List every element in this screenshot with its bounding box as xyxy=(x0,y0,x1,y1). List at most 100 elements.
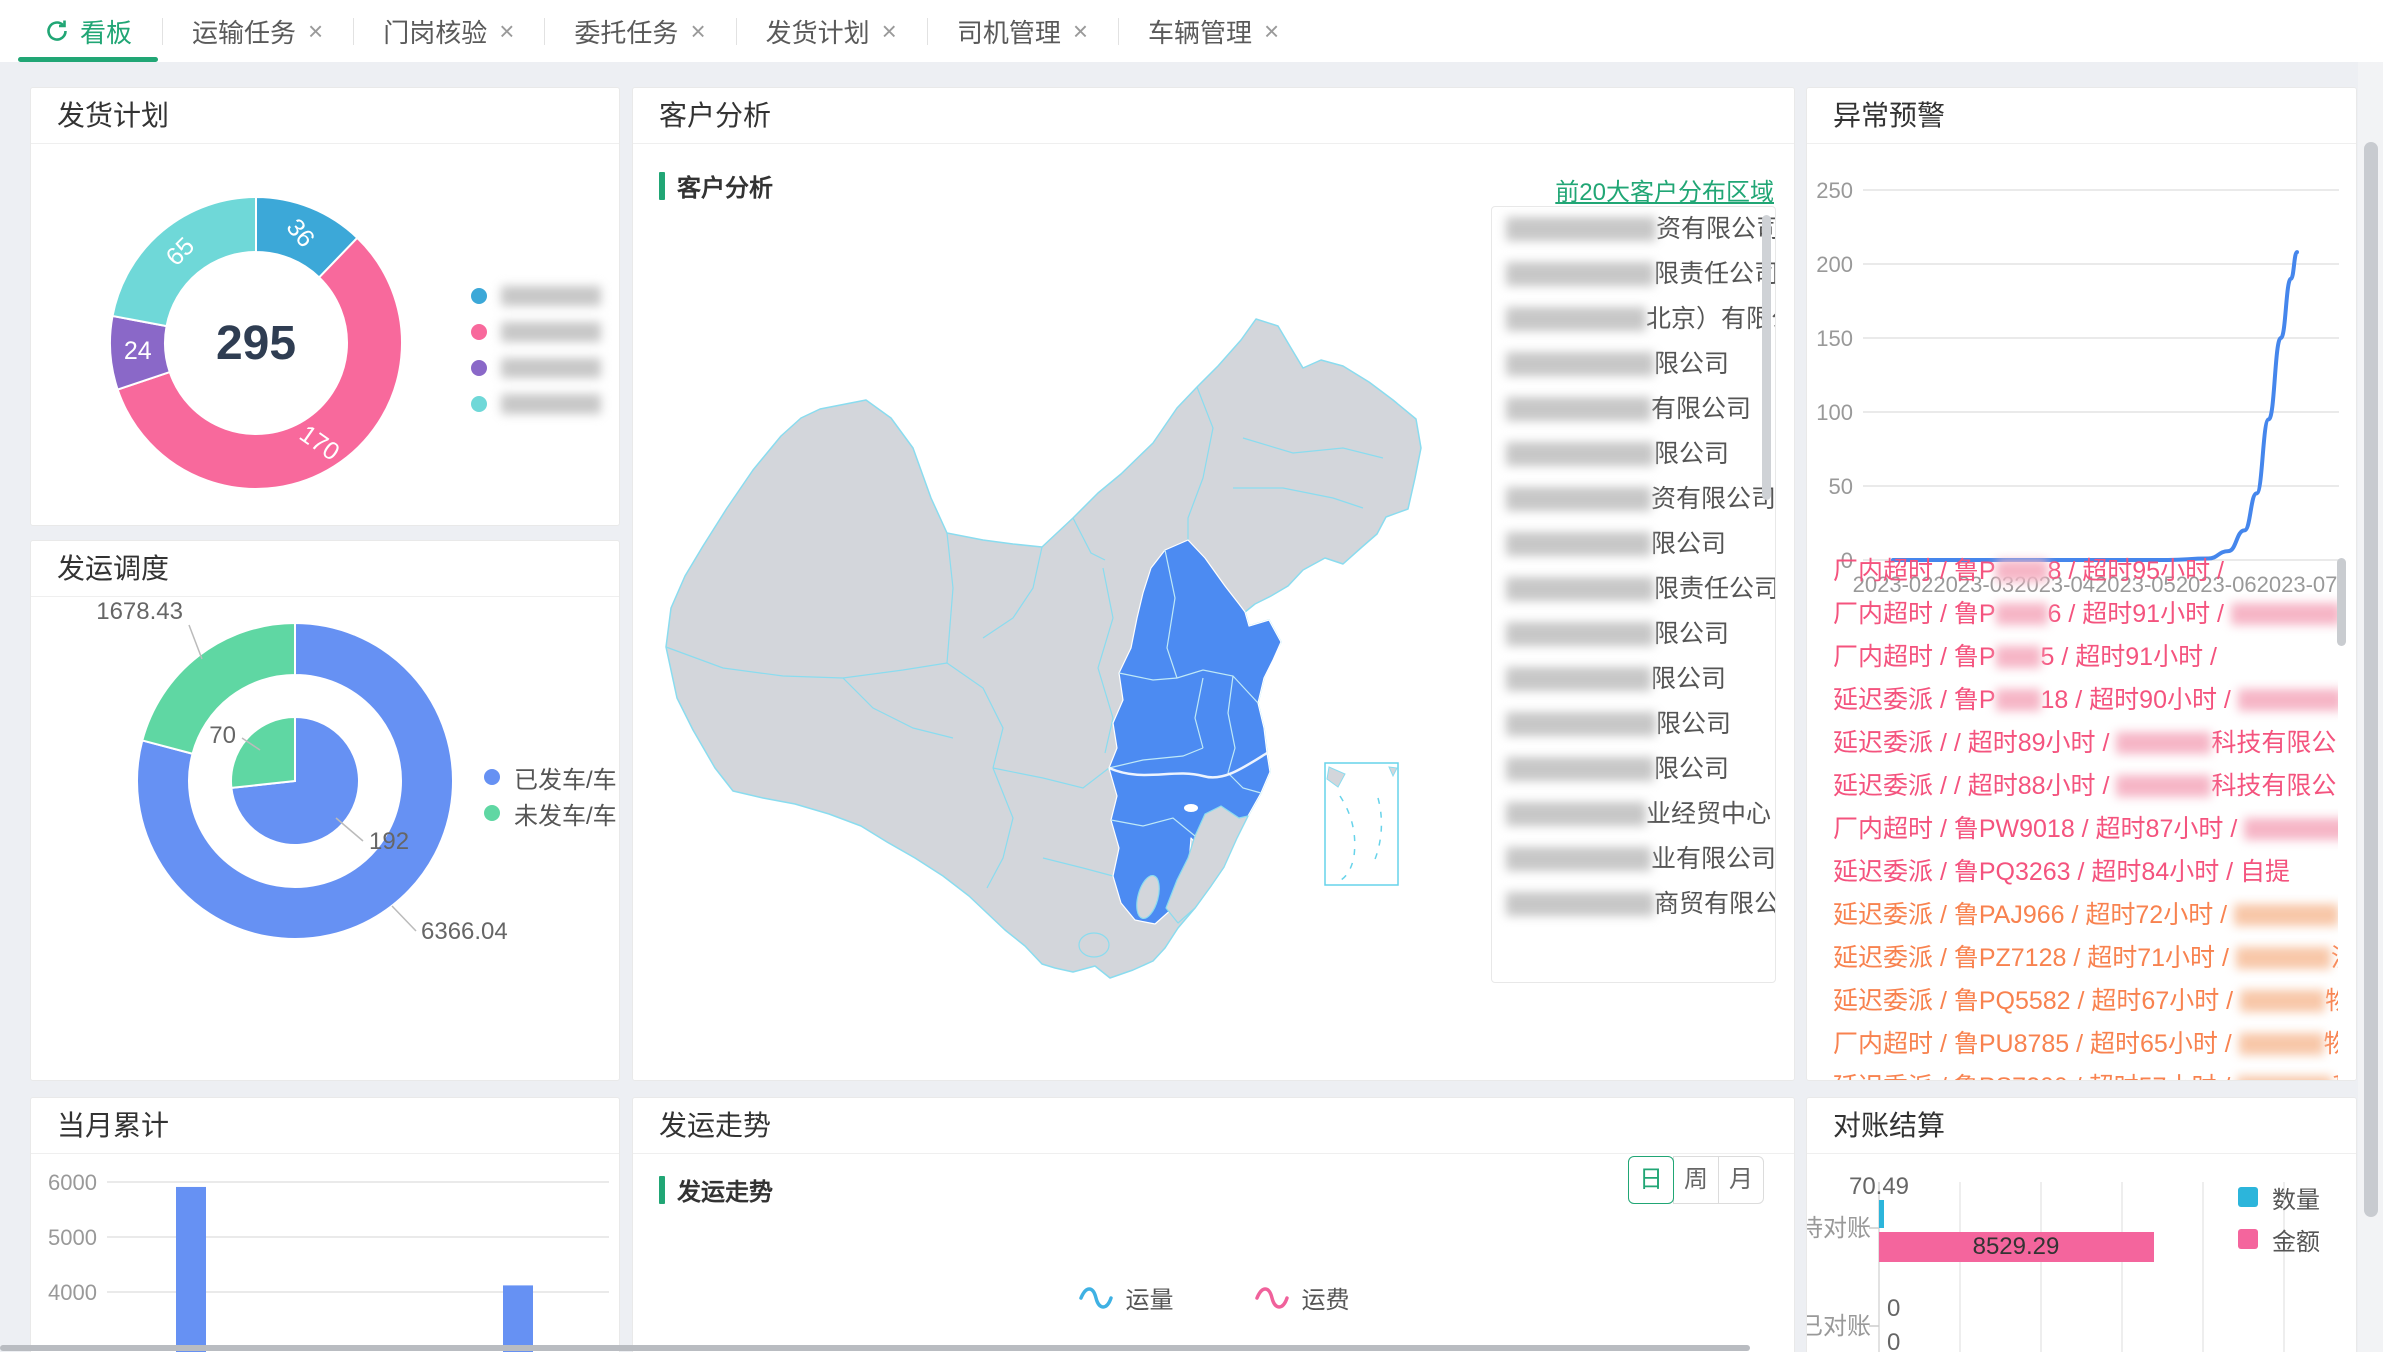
company-name-suffix: 限公司 xyxy=(1654,620,1729,648)
alert-item[interactable]: 延迟委派 / 鲁PZ7128 / 超时71小时 / 流有限公司 xyxy=(1833,937,2338,980)
alert-text: 延迟委派 / / 超时88小时 / xyxy=(1833,772,2116,800)
customer-item[interactable]: 限公司 xyxy=(1492,612,1775,657)
customer-item[interactable]: 有限公司 xyxy=(1492,387,1775,432)
legend-item[interactable] xyxy=(471,386,601,422)
alert-item[interactable]: 延迟委派 / 鲁PAJ966 / 超时72小时 / 科技有限公司 xyxy=(1833,894,2338,937)
horizontal-scrollbar-thumb[interactable] xyxy=(0,1345,1750,1351)
refresh-icon[interactable] xyxy=(44,18,70,44)
customer-item[interactable]: 限公司 xyxy=(1492,657,1775,702)
alert-item[interactable]: 厂内超时 / 鲁P5 / 超时91小时 / xyxy=(1833,636,2338,679)
company-name-redacted xyxy=(1506,532,1651,556)
tab-委托任务[interactable]: 委托任务× xyxy=(544,0,735,62)
alert-item[interactable]: 厂内超时 / 鲁PW9018 / 超时87小时 / 物流有限... xyxy=(1833,808,2338,851)
customer-item[interactable]: 限责任公司-... xyxy=(1492,567,1775,612)
customer-item[interactable]: 限公司 xyxy=(1492,747,1775,792)
alert-item[interactable]: 延迟委派 / 鲁P18 / 超时90小时 / 物流有限... xyxy=(1833,679,2338,722)
ring-value-label: 192 xyxy=(369,828,409,855)
alert-item[interactable]: 厂内超时 / 鲁P6 / 超时91小时 / 科技有限公司 xyxy=(1833,593,2338,636)
customer-item[interactable]: 限公司 xyxy=(1492,522,1775,567)
ring-value-label: 6366.04 xyxy=(421,918,508,945)
customer-item[interactable]: 商贸有限公司 xyxy=(1492,882,1775,927)
alert-item[interactable]: 延迟委派 / 鲁PQ5582 / 超时67小时 / 物流运输有限... xyxy=(1833,980,2338,1023)
customer-list-scrollbar[interactable] xyxy=(1762,215,1771,500)
panel-shipping-plan: 发货计划 361702465295 xyxy=(30,87,620,526)
tab-close-icon[interactable]: × xyxy=(308,16,323,47)
range-button-日[interactable]: 日 xyxy=(1628,1156,1674,1204)
tab-close-icon[interactable]: × xyxy=(882,16,897,47)
tab-label: 门岗核验 xyxy=(383,13,487,50)
y-tick-label: 200 xyxy=(1816,252,1853,277)
range-button-周[interactable]: 周 xyxy=(1673,1156,1719,1204)
qty-bar xyxy=(1879,1200,1884,1228)
china-map[interactable] xyxy=(643,208,1483,1068)
alert-item[interactable]: 延迟委派 / / 超时88小时 / 科技有限公司 xyxy=(1833,765,2338,808)
company-name-redacted xyxy=(1506,802,1646,826)
y-tick-label: 4000 xyxy=(48,1280,97,1305)
customer-item[interactable]: 资有限公司 xyxy=(1492,477,1775,522)
tab-close-icon[interactable]: × xyxy=(499,16,514,47)
panel-title: 异常预警 xyxy=(1807,88,2356,144)
company-name-suffix: 限公司 xyxy=(1654,440,1729,468)
alert-item[interactable]: 厂内超时 / 鲁P8 / 超时95小时 / xyxy=(1833,550,2338,593)
customer-item[interactable]: 业经贸中心 xyxy=(1492,792,1775,837)
panel-title: 客户分析 xyxy=(633,88,1794,144)
trend-legend-item[interactable]: 运费 xyxy=(1254,1280,1350,1315)
panel-title: 当月累计 xyxy=(31,1098,619,1154)
alert-item[interactable]: 延迟委派 / 鲁PS7200 / 超时57小时 / 科技有限公司 xyxy=(1833,1066,2338,1080)
tab-门岗核验[interactable]: 门岗核验 × xyxy=(353,0,544,62)
settlement-legend-item[interactable]: 金额 xyxy=(2238,1218,2320,1260)
lake xyxy=(1184,804,1198,812)
customer-item[interactable]: 业有限公司 xyxy=(1492,837,1775,882)
legend-item[interactable] xyxy=(471,350,601,386)
customer-item[interactable]: 限公司 xyxy=(1492,432,1775,477)
legend-item[interactable] xyxy=(471,314,601,350)
alert-text: 科技有限公司 xyxy=(2332,1073,2338,1080)
alert-list[interactable]: 厂内超时 / 鲁P8 / 超时95小时 /厂内超时 / 鲁P6 / 超时91小时… xyxy=(1833,550,2338,1080)
tab-发货计划[interactable]: 发货计划× xyxy=(736,0,927,62)
top-customers-list[interactable]: 资有限公司-...限责任公司北京）有限公司限公司有限公司限公司资有限公司限公司限… xyxy=(1491,206,1776,983)
customer-item[interactable]: 资有限公司-... xyxy=(1492,207,1775,252)
alert-item[interactable]: 延迟委派 / 鲁PQ3263 / 超时84小时 / 自提 xyxy=(1833,851,2338,894)
alert-text-redacted xyxy=(2238,689,2338,711)
slice-value-label: 24 xyxy=(124,337,152,365)
customer-item[interactable]: 限公司 xyxy=(1492,342,1775,387)
customer-item[interactable]: 北京）有限公司 xyxy=(1492,297,1775,342)
tab-车辆管理[interactable]: 车辆管理× xyxy=(1118,0,1309,62)
legend-item[interactable] xyxy=(471,278,601,314)
panel-title: 发货计划 xyxy=(31,88,619,144)
tab-司机管理[interactable]: 司机管理× xyxy=(927,0,1118,62)
alert-text: 流有限公司 xyxy=(2331,944,2338,972)
vertical-scrollbar-track[interactable] xyxy=(2358,62,2383,1352)
panel-title: 对账结算 xyxy=(1807,1098,2356,1154)
vertical-scrollbar-thumb[interactable] xyxy=(2364,142,2378,1217)
company-name-redacted xyxy=(1506,262,1654,286)
panel-customer: 客户分析 客户分析 前20大客户分布区域 xyxy=(632,87,1795,1081)
tab-close-icon[interactable]: × xyxy=(690,16,705,47)
alert-text-redacted xyxy=(1996,689,2041,711)
trend-legend-item[interactable]: 运量 xyxy=(1078,1280,1174,1315)
legend-label: 已发车/车 xyxy=(514,760,617,795)
alert-list-scrollbar[interactable] xyxy=(2337,558,2346,646)
panel-trend: 发运走势 发运走势 日周月 运量运费 xyxy=(632,1097,1795,1352)
customer-item[interactable]: 限公司 xyxy=(1492,702,1775,747)
customer-item[interactable]: 限责任公司 xyxy=(1492,252,1775,297)
tab-close-icon[interactable]: × xyxy=(1073,16,1088,47)
company-name-redacted xyxy=(1506,622,1654,646)
legend-label: 数量 xyxy=(2272,1180,2320,1215)
alert-text: 延迟委派 / 鲁P xyxy=(1833,686,1996,714)
legend-item[interactable]: 未发车/车 xyxy=(484,795,617,831)
top20-customers-link[interactable]: 前20大客户分布区域 xyxy=(1555,172,1774,207)
panel-dispatch: 发运调度 1678.43701926366.04 已发车/车未发车/车 xyxy=(30,540,620,1081)
company-name-redacted xyxy=(1506,397,1651,421)
y-tick-label: 100 xyxy=(1816,400,1853,425)
company-name-suffix: 业经贸中心 xyxy=(1646,800,1771,828)
range-button-月[interactable]: 月 xyxy=(1718,1156,1764,1204)
alert-item[interactable]: 厂内超时 / 鲁PU8785 / 超时65小时 / 物流运输有限... xyxy=(1833,1023,2338,1066)
settlement-legend-item[interactable]: 数量 xyxy=(2238,1176,2320,1218)
tab-运输任务[interactable]: 运输任务× xyxy=(162,0,353,62)
alert-item[interactable]: 延迟委派 / / 超时89小时 / 科技有限公司 xyxy=(1833,722,2338,765)
label-leader-line xyxy=(392,906,416,931)
legend-item[interactable]: 已发车/车 xyxy=(484,759,617,795)
tab-看板[interactable]: 看板 xyxy=(14,0,162,62)
tab-close-icon[interactable]: × xyxy=(1264,16,1279,47)
